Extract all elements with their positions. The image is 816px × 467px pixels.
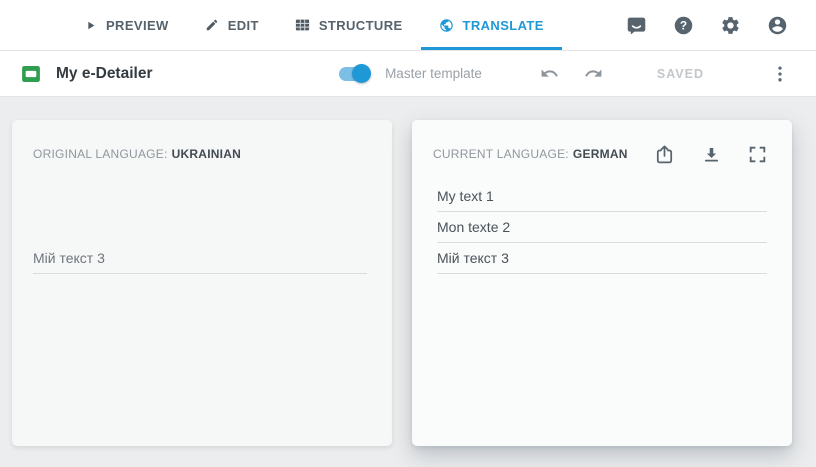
download-icon[interactable]	[701, 144, 722, 165]
tab-edit[interactable]: EDIT	[187, 0, 277, 50]
original-language-panel: ORIGINAL LANGUAGE: UKRAINIAN Мій текст 3	[12, 120, 392, 446]
master-template-group: Master template	[339, 64, 482, 83]
tab-translate[interactable]: TRANSLATE	[420, 0, 563, 50]
document-toolbar: My e-Detailer Master template SAVED	[0, 51, 816, 97]
translation-text: Мій текст 3	[437, 250, 509, 266]
toggle-knob	[352, 64, 372, 83]
translation-text: My text 1	[437, 188, 494, 204]
master-template-label: Master template	[385, 66, 482, 81]
feedback-chat-icon[interactable]	[626, 15, 647, 36]
undo-button[interactable]	[540, 64, 559, 83]
more-options-button[interactable]	[770, 64, 790, 84]
original-text: Мій текст 3	[33, 250, 105, 266]
pencil-icon	[205, 18, 219, 32]
mode-tabs: PREVIEW EDIT STRUCTURE TRANSLATE	[0, 0, 563, 50]
help-icon[interactable]: ?	[673, 15, 694, 36]
current-panel-body: My text 1 Mon texte 2 Мій текст 3	[412, 181, 792, 274]
share-icon[interactable]	[653, 143, 676, 166]
structure-grid-icon	[295, 19, 310, 31]
document-title: My e-Detailer	[56, 64, 153, 82]
green-slide-icon	[22, 65, 40, 82]
empty-row-spacer	[33, 181, 367, 243]
tab-structure[interactable]: STRUCTURE	[277, 0, 421, 50]
translation-text-row[interactable]: My text 1	[437, 181, 767, 212]
tab-edit-label: EDIT	[227, 17, 259, 33]
tab-preview[interactable]: PREVIEW	[66, 0, 187, 50]
save-status: SAVED	[656, 66, 704, 81]
translation-text-row[interactable]: Mon texte 2	[437, 212, 767, 243]
app-window: PREVIEW EDIT STRUCTURE TRANSLATE ? My e-…	[0, 0, 816, 467]
current-panel-actions	[653, 143, 768, 166]
svg-text:?: ?	[680, 18, 687, 32]
master-template-toggle[interactable]	[339, 64, 372, 83]
tab-translate-label: TRANSLATE	[462, 17, 544, 33]
account-icon[interactable]	[767, 15, 788, 36]
current-panel-header: CURRENT LANGUAGE: GERMAN	[412, 120, 792, 166]
translation-text: Mon texte 2	[437, 219, 511, 235]
tab-preview-label: PREVIEW	[106, 17, 169, 33]
fullscreen-icon[interactable]	[747, 144, 768, 165]
original-language-value: UKRAINIAN	[171, 147, 242, 161]
translate-workspace: ORIGINAL LANGUAGE: UKRAINIAN Мій текст 3…	[0, 97, 816, 467]
tab-structure-label: STRUCTURE	[318, 17, 403, 33]
original-text-row: Мій текст 3	[33, 243, 367, 274]
translation-text-row[interactable]: Мій текст 3	[437, 243, 767, 274]
globe-icon	[439, 18, 454, 33]
current-language-label: CURRENT LANGUAGE:	[433, 147, 569, 161]
topnav-actions: ?	[626, 0, 816, 50]
original-panel-body: Мій текст 3	[12, 181, 392, 274]
current-language-value: GERMAN	[572, 147, 628, 161]
play-icon	[84, 19, 97, 32]
settings-gear-icon[interactable]	[720, 15, 741, 36]
original-language-label: ORIGINAL LANGUAGE:	[33, 147, 168, 161]
current-language-panel: CURRENT LANGUAGE: GERMAN My text 1 Mon t…	[412, 120, 792, 446]
top-navigation: PREVIEW EDIT STRUCTURE TRANSLATE ?	[0, 0, 816, 51]
redo-button[interactable]	[584, 64, 603, 83]
original-panel-header: ORIGINAL LANGUAGE: UKRAINIAN	[12, 120, 392, 166]
